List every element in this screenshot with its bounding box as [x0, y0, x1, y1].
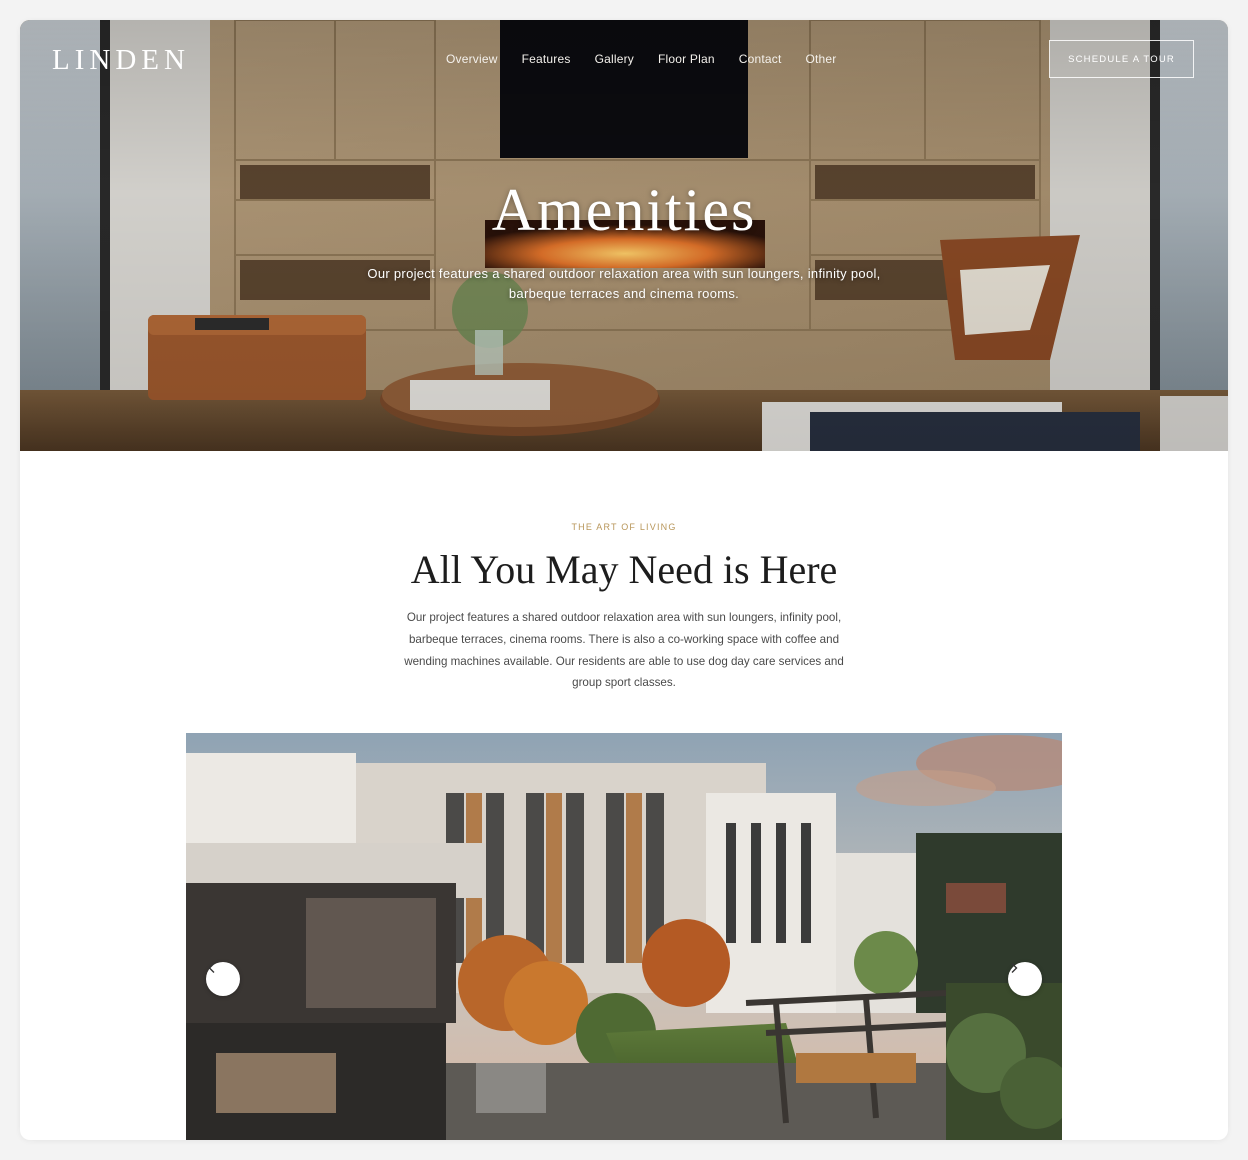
schedule-tour-button[interactable]: SCHEDULE A TOUR — [1049, 40, 1194, 78]
hero-title: Amenities — [491, 177, 757, 243]
hero-section: LINDEN Overview Features Gallery Floor P… — [20, 20, 1228, 451]
nav-item-gallery[interactable]: Gallery — [595, 52, 634, 66]
main-nav: Overview Features Gallery Floor Plan Con… — [446, 52, 861, 66]
nav-item-contact[interactable]: Contact — [739, 52, 782, 66]
nav-item-floor-plan[interactable]: Floor Plan — [658, 52, 715, 66]
section-eyebrow: THE ART OF LIVING — [571, 522, 677, 532]
chevron-right-icon — [1011, 963, 1018, 973]
page: LINDEN Overview Features Gallery Floor P… — [20, 20, 1228, 1140]
hero-subtitle: Our project features a shared outdoor re… — [367, 266, 881, 301]
carousel-next-button[interactable] — [1008, 962, 1042, 996]
nav-item-other[interactable]: Other — [805, 52, 836, 66]
section-body: Our project features a shared outdoor re… — [404, 611, 844, 690]
carousel-slide-image — [186, 733, 1062, 1140]
carousel-prev-button[interactable] — [206, 962, 240, 996]
image-carousel — [186, 733, 1062, 1140]
chevron-left-icon — [208, 963, 215, 973]
section-heading: All You May Need is Here — [410, 547, 838, 592]
nav-item-features[interactable]: Features — [522, 52, 571, 66]
nav-item-overview[interactable]: Overview — [446, 52, 498, 66]
site-logo[interactable]: LINDEN — [52, 44, 190, 77]
